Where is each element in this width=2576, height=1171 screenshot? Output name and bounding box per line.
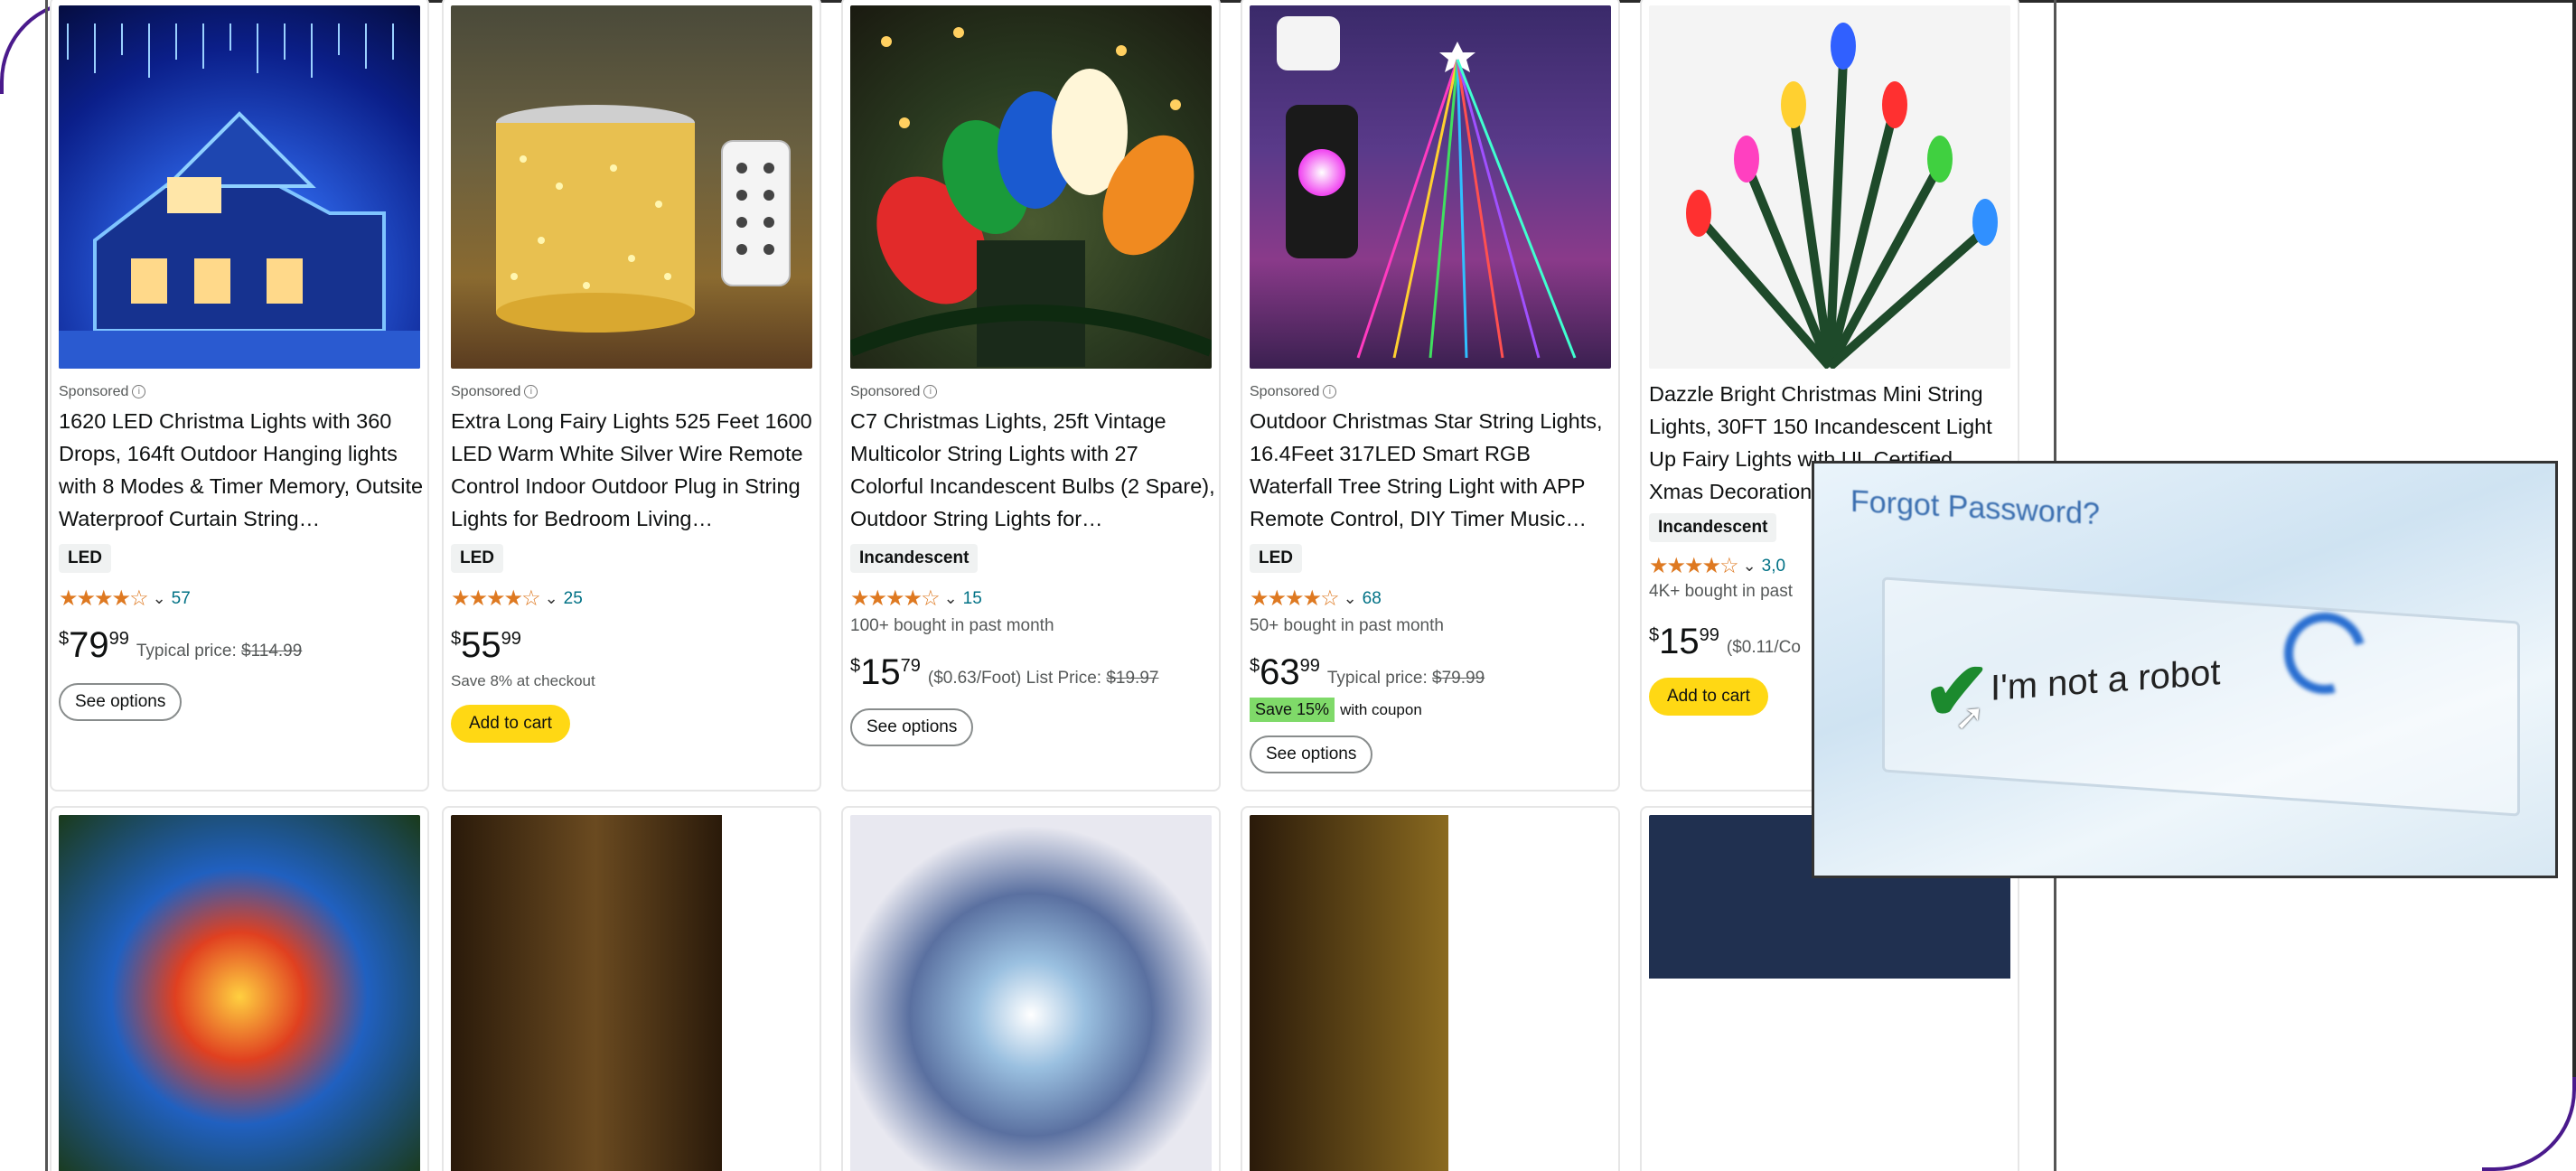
product-image[interactable] [59, 5, 420, 369]
product-price: $ 63 99 Typical price: $79.99 [1250, 652, 1485, 692]
bought-count: 100+ bought in past month [850, 616, 1054, 635]
add-to-cart-button[interactable]: Add to cart [1649, 678, 1768, 716]
product-price: $ 15 79 ($0.63/Foot) List Price: $19.97 [850, 652, 1159, 692]
list-price: ($0.63/Foot) List Price: $19.97 [927, 669, 1159, 688]
product-image[interactable] [451, 815, 812, 1171]
star-rating-icon: ★★★★☆ [850, 586, 941, 611]
captcha-overlay[interactable]: Forgot Password? ✔ I'm not a robot ➚ [1812, 461, 2558, 878]
product-image-art [850, 27, 1212, 367]
product-badge: LED [1250, 544, 1302, 573]
product-card[interactable] [442, 806, 821, 1171]
rating-count[interactable]: 3,0 [1762, 557, 1785, 576]
info-icon[interactable]: i [923, 385, 938, 399]
product-badge: LED [451, 544, 503, 573]
mouse-cursor-icon: ➚ [1954, 698, 1985, 737]
product-title[interactable]: 1620 LED Christma Lights with 360 Drops,… [59, 405, 425, 535]
product-image[interactable] [451, 5, 812, 369]
typical-price: Typical price: $79.99 [1326, 669, 1485, 688]
product-card[interactable]: Sponsored i 1620 LED Christma Lights with… [50, 0, 429, 792]
see-options-button[interactable]: See options [59, 683, 183, 721]
product-badge: Incandescent [1649, 513, 1777, 542]
product-card[interactable] [1241, 806, 1620, 1171]
product-rating[interactable]: ★★★★☆ ⌄ 15 [850, 586, 982, 612]
star-rating-icon: ★★★★☆ [1649, 554, 1739, 578]
sponsored-label: Sponsored i [451, 384, 539, 400]
unit-price: ($0.11/Co [1726, 638, 1801, 657]
product-title[interactable]: Outdoor Christmas Star String Lights, 16… [1250, 405, 1616, 535]
star-rating-icon: ★★★★☆ [1250, 586, 1340, 611]
rating-count[interactable]: 68 [1363, 589, 1382, 609]
product-image-art [1686, 23, 1998, 369]
product-rating[interactable]: ★★★★☆ ⌄ 68 [1250, 586, 1382, 612]
chevron-down-icon[interactable]: ⌄ [153, 589, 166, 608]
star-rating-icon: ★★★★☆ [59, 586, 149, 611]
product-rating[interactable]: ★★★★☆ ⌄ 25 [451, 586, 583, 612]
product-image[interactable] [1649, 5, 2010, 369]
product-card[interactable]: Sponsored i Extra Long Fairy Lights 525 F… [442, 0, 821, 792]
product-image-art [496, 105, 791, 333]
product-image-art [1277, 16, 1577, 359]
chevron-down-icon[interactable]: ⌄ [944, 589, 958, 608]
chevron-down-icon[interactable]: ⌄ [1743, 557, 1756, 576]
product-grid: Sponsored i 1620 LED Christma Lights with… [45, 0, 2056, 1171]
chevron-down-icon[interactable]: ⌄ [545, 589, 558, 608]
product-rating[interactable]: ★★★★☆ ⌄ 3,0 [1649, 553, 1785, 579]
checkout-saving-note: Save 8% at checkout [451, 672, 595, 689]
product-image[interactable] [850, 815, 1212, 1171]
product-title[interactable]: C7 Christmas Lights, 25ft Vintage Multic… [850, 405, 1216, 535]
add-to-cart-button[interactable]: Add to cart [451, 705, 570, 743]
bought-count: 4K+ bought in past [1649, 582, 1793, 601]
see-options-button[interactable]: See options [850, 708, 974, 746]
info-icon[interactable]: i [132, 385, 146, 399]
product-card[interactable]: Sponsored i Outdoor Christmas Star String… [1241, 0, 1620, 792]
sponsored-label: Sponsored i [1250, 384, 1337, 400]
product-image[interactable] [1250, 815, 1611, 1171]
see-options-button[interactable]: See options [1250, 735, 1373, 773]
product-image[interactable] [850, 5, 1212, 369]
product-rating[interactable]: ★★★★☆ ⌄ 57 [59, 586, 191, 612]
product-card[interactable]: Sponsored i C7 Christmas Lights, 25ft Vin… [841, 0, 1221, 792]
product-badge: LED [59, 544, 111, 573]
info-icon[interactable]: i [524, 385, 539, 399]
rating-count[interactable]: 15 [963, 589, 982, 609]
chevron-down-icon[interactable]: ⌄ [1344, 589, 1357, 608]
sponsored-label: Sponsored i [850, 384, 938, 400]
coupon-badge[interactable]: Save 15% with coupon [1250, 698, 1422, 722]
bought-count: 50+ bought in past month [1250, 616, 1444, 635]
star-rating-icon: ★★★★☆ [451, 586, 541, 611]
product-image[interactable] [1250, 5, 1611, 369]
forgot-password-heading[interactable]: Forgot Password? [1850, 484, 2100, 532]
product-image[interactable] [59, 815, 420, 1171]
sponsored-label: Sponsored i [59, 384, 146, 400]
product-image-art [59, 23, 420, 369]
product-price: $ 15 99 ($0.11/Co [1649, 622, 1801, 661]
product-price: $ 79 99 Typical price: $114.99 [59, 625, 303, 665]
rating-count[interactable]: 57 [172, 589, 191, 609]
rating-count[interactable]: 25 [564, 589, 583, 609]
product-title[interactable]: Extra Long Fairy Lights 525 Feet 1600 LE… [451, 405, 817, 535]
product-card[interactable] [841, 806, 1221, 1171]
product-card[interactable] [50, 806, 429, 1171]
product-badge: Incandescent [850, 544, 979, 573]
info-icon[interactable]: i [1323, 385, 1337, 399]
typical-price: Typical price: $114.99 [136, 642, 303, 660]
product-price: $ 55 99 [451, 625, 521, 665]
